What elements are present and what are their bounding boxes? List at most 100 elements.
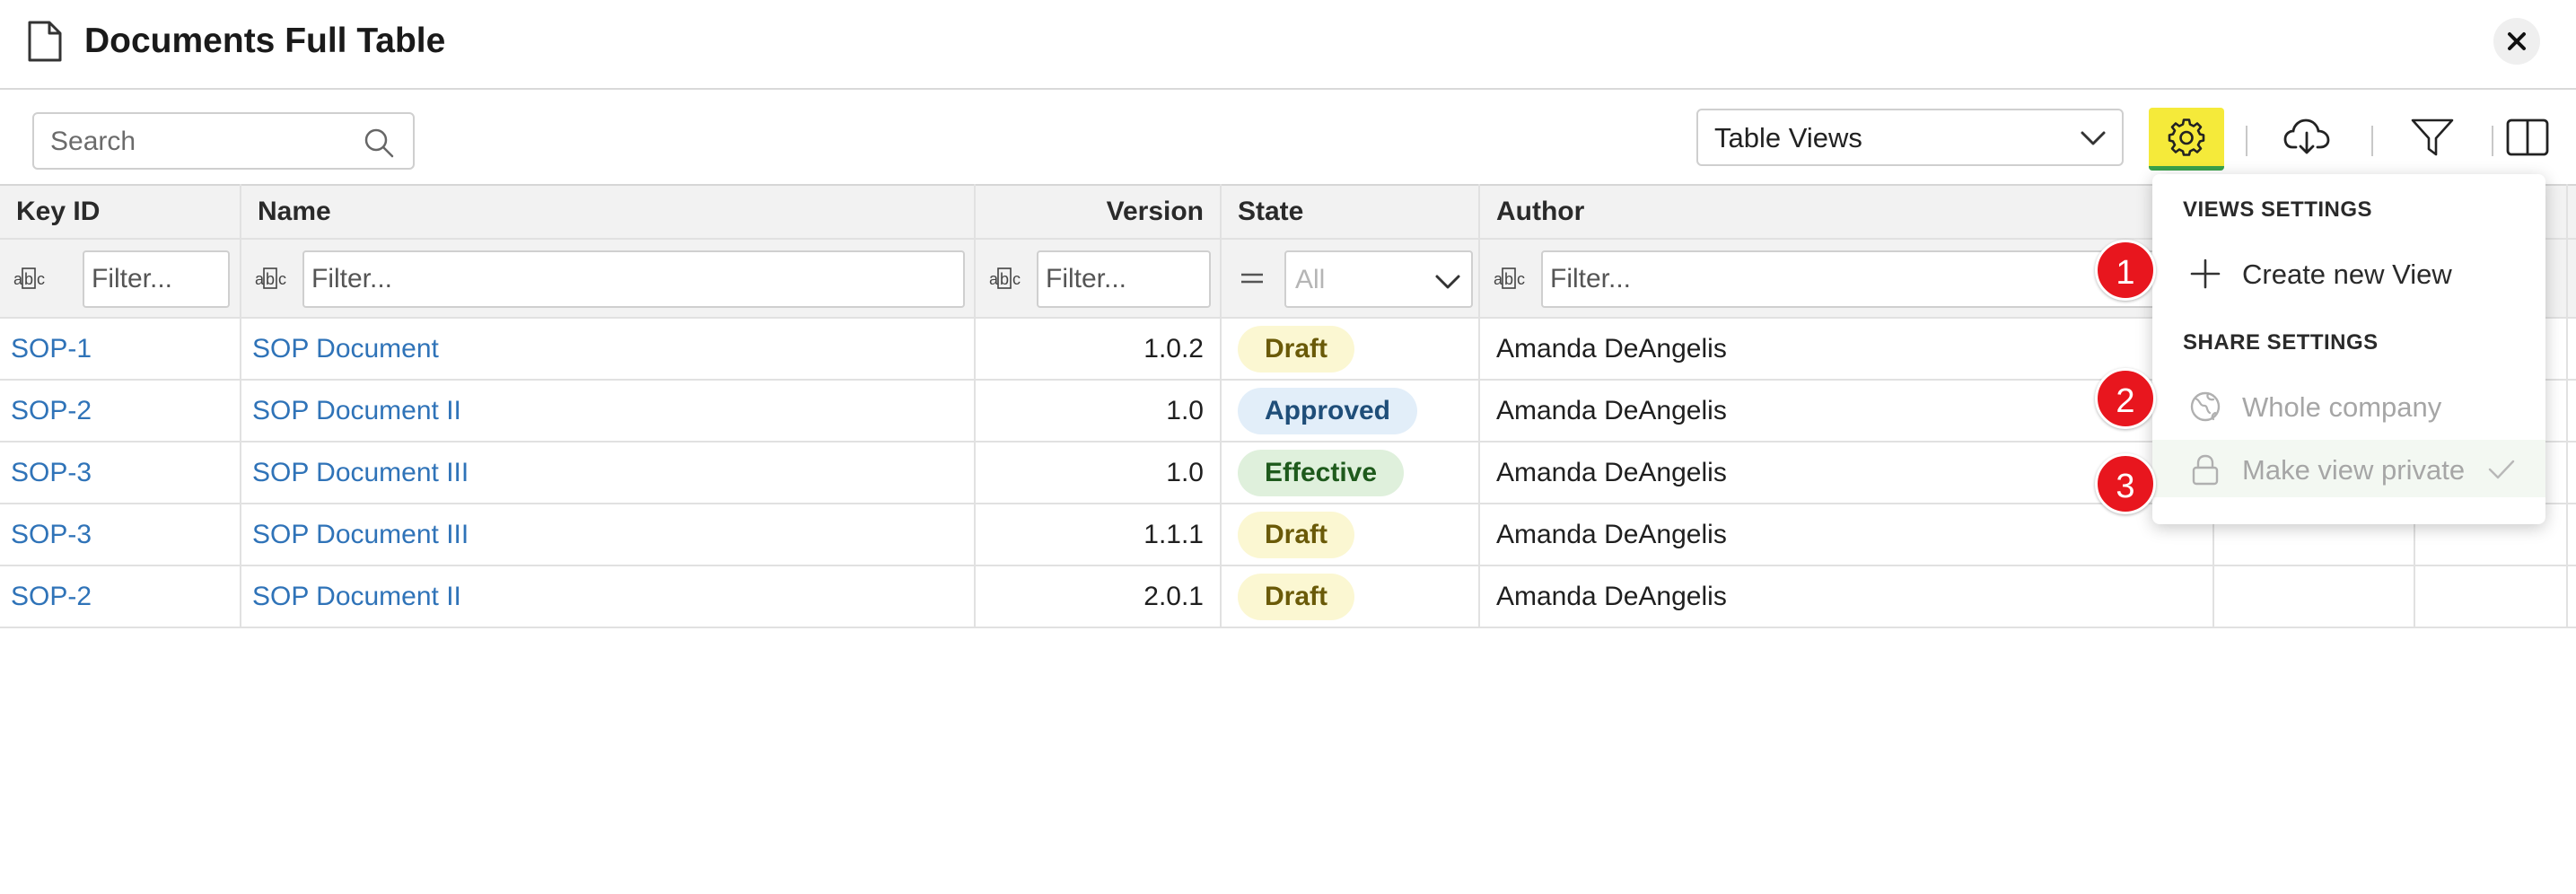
state-badge: Draft <box>1238 511 1355 558</box>
cell-state: Draft <box>1221 318 1480 381</box>
cell-version: 1.0 <box>975 442 1222 504</box>
search-field[interactable] <box>32 112 415 170</box>
document-icon <box>28 21 62 62</box>
cell-name[interactable]: SOP Document II <box>241 380 976 443</box>
search-icon[interactable] <box>363 127 395 159</box>
column-header-key-id[interactable]: Key ID <box>0 184 241 240</box>
dialog-title: Documents Full Table <box>84 22 446 60</box>
cell-version: 1.0.2 <box>975 318 1222 381</box>
cell-state: Approved <box>1221 380 1480 443</box>
filter-select-state-value: All <box>1295 265 1326 294</box>
cell-7 <box>2414 565 2568 628</box>
column-header-8[interactable]: me <box>2567 184 2576 240</box>
state-badge: Effective <box>1238 449 1405 496</box>
settings-dropdown-menu: VIEWS SETTINGS Create new View SHARE SET… <box>2152 174 2545 524</box>
table-row[interactable]: SOP-2 SOP Document II 2.0.1 Draft Amanda… <box>0 565 2576 628</box>
filter-select-state[interactable]: All <box>1284 250 1473 308</box>
cell-8: 96 <box>2567 504 2576 566</box>
chevron-down-icon <box>1435 275 1460 289</box>
cell-state: Effective <box>1221 442 1480 504</box>
cell-version: 1.0 <box>975 380 1222 443</box>
cloud-download-icon[interactable] <box>2283 117 2330 158</box>
svg-text:c: c <box>1517 270 1525 288</box>
search-input[interactable] <box>50 125 355 159</box>
toolbar-separator <box>2246 126 2247 156</box>
table-views-select[interactable]: Table Views <box>1696 109 2124 166</box>
check-icon <box>2488 460 2515 479</box>
filter-cell-state: All <box>1221 239 1480 319</box>
close-button[interactable] <box>2493 18 2540 65</box>
cell-key-id[interactable]: SOP-3 <box>0 442 241 504</box>
make-view-private-label: Make view private <box>2242 454 2466 486</box>
cell-6 <box>2213 565 2415 628</box>
filter-input-version[interactable] <box>1037 250 1211 308</box>
filter-input-key-id[interactable] <box>83 250 230 308</box>
column-header-state[interactable]: State <box>1221 184 1480 240</box>
text-filter-mode-icon[interactable]: a b c <box>988 265 1024 292</box>
cell-8: 96 <box>2567 565 2576 628</box>
column-header-version[interactable]: Version <box>975 184 1222 240</box>
filter-icon[interactable] <box>2409 117 2456 158</box>
cell-8: 96 <box>2567 380 2576 443</box>
cell-author: Amanda DeAngelis <box>1479 318 2214 381</box>
lock-icon <box>2192 454 2219 486</box>
cell-version: 1.1.1 <box>975 504 1222 566</box>
step-marker-1: 1 <box>2095 240 2156 301</box>
plus-icon <box>2190 259 2221 289</box>
cell-state: Draft <box>1221 565 1480 628</box>
close-icon <box>2508 32 2526 50</box>
filter-input-name[interactable] <box>302 250 965 308</box>
views-settings-heading: VIEWS SETTINGS <box>2183 197 2373 222</box>
text-filter-mode-icon[interactable]: a b c <box>1493 265 1529 292</box>
svg-text:c: c <box>278 270 286 288</box>
cell-name[interactable]: SOP Document III <box>241 504 976 566</box>
cell-name[interactable]: SOP Document II <box>241 565 976 628</box>
filter-cell-key-id: a b c <box>0 239 241 319</box>
svg-text:c: c <box>1012 270 1021 288</box>
cell-state: Draft <box>1221 504 1480 566</box>
cell-name[interactable]: SOP Document <box>241 318 976 381</box>
svg-text:b: b <box>1504 270 1513 288</box>
gear-icon <box>2168 118 2205 156</box>
cell-author: Amanda DeAngelis <box>1479 565 2214 628</box>
svg-text:b: b <box>24 270 33 288</box>
cell-8: 96 <box>2567 318 2576 381</box>
create-new-view-label: Create new View <box>2242 259 2452 290</box>
filter-cell-version: a b c <box>975 239 1222 319</box>
column-header-name[interactable]: Name <box>241 184 976 240</box>
create-new-view-item[interactable]: Create new View <box>2152 244 2545 302</box>
filter-cell-name: a b c <box>241 239 976 319</box>
share-settings-heading: SHARE SETTINGS <box>2183 330 2379 355</box>
table-views-value: Table Views <box>1714 122 1862 153</box>
chevron-down-icon <box>2081 131 2106 145</box>
cell-key-id[interactable]: SOP-2 <box>0 565 241 628</box>
whole-company-label: Whole company <box>2242 391 2442 423</box>
panel-layout-icon[interactable] <box>2504 117 2551 158</box>
globe-icon <box>2190 391 2221 422</box>
cell-key-id[interactable]: SOP-1 <box>0 318 241 381</box>
cell-key-id[interactable]: SOP-3 <box>0 504 241 566</box>
cell-key-id[interactable]: SOP-2 <box>0 380 241 443</box>
svg-text:b: b <box>266 270 275 288</box>
column-header-author[interactable]: Author <box>1479 184 2214 240</box>
cell-version: 2.0.1 <box>975 565 1222 628</box>
cell-name[interactable]: SOP Document III <box>241 442 976 504</box>
state-badge: Approved <box>1238 387 1418 434</box>
cell-author: Amanda DeAngelis <box>1479 504 2214 566</box>
toolbar-separator <box>2492 126 2493 156</box>
dialog-header: Documents Full Table <box>0 0 2576 90</box>
make-view-private-item[interactable]: Make view private <box>2152 440 2545 497</box>
cell-8: 96 <box>2567 442 2576 504</box>
table-settings-button[interactable] <box>2149 108 2224 171</box>
text-filter-mode-icon[interactable]: a b c <box>13 265 48 292</box>
filter-cell-8 <box>2567 239 2576 319</box>
svg-text:c: c <box>37 270 45 288</box>
toolbar-separator <box>2371 126 2373 156</box>
step-marker-3: 3 <box>2095 453 2156 514</box>
whole-company-item[interactable]: Whole company <box>2152 377 2545 434</box>
text-filter-mode-icon[interactable]: a b c <box>254 265 290 292</box>
svg-text:b: b <box>1000 270 1009 288</box>
equals-filter-mode-icon[interactable] <box>1234 265 1270 292</box>
state-badge: Draft <box>1238 573 1355 620</box>
state-badge: Draft <box>1238 325 1355 372</box>
